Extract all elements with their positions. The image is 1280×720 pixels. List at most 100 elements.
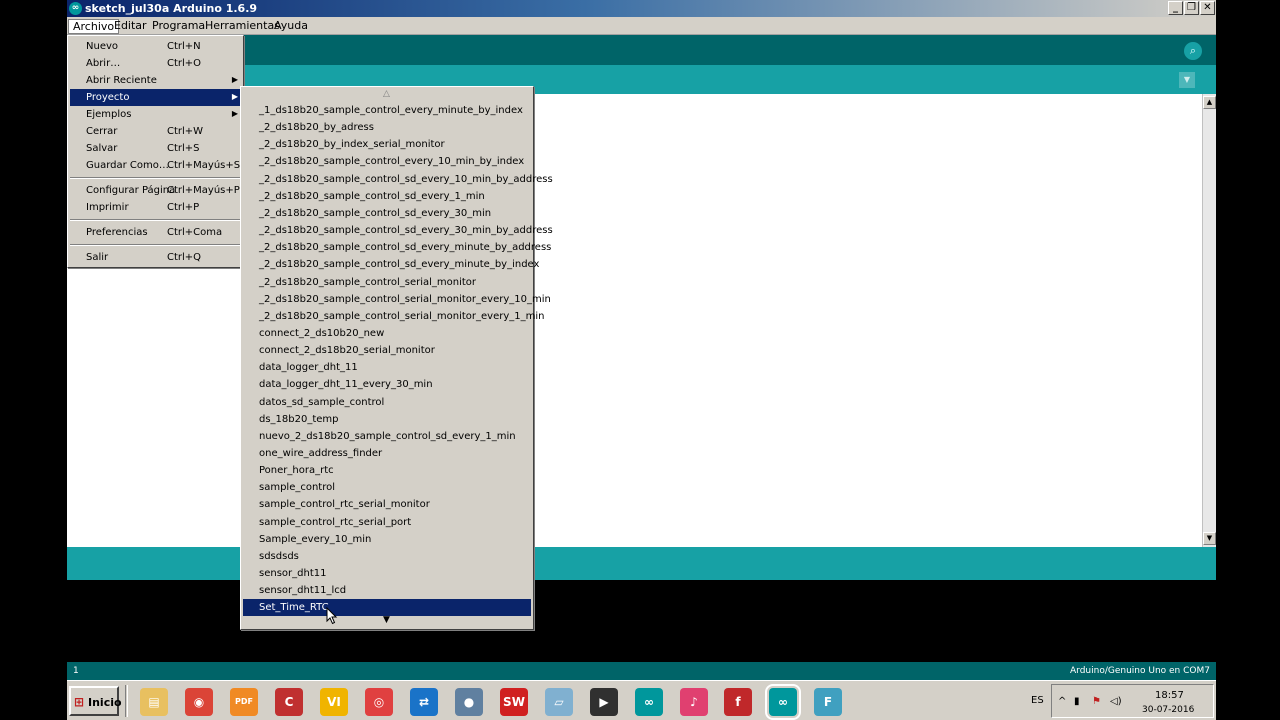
language-indicator[interactable]: ES — [1031, 695, 1044, 706]
arduino-active-icon[interactable]: ∞ — [765, 684, 801, 720]
menu-item-nuevo[interactable]: Nuevo Ctrl+N — [70, 38, 241, 55]
sketch-item-label: _2_ds18b20_sample_control_sd_every_minut… — [259, 242, 552, 254]
sketch-item-label: connect_2_ds10b20_new — [259, 327, 385, 339]
sketch-item[interactable]: sample_control_rtc_serial_port — [243, 514, 531, 531]
sketch-item[interactable]: nuevo_2_ds18b20_sample_control_sd_every_… — [243, 428, 531, 445]
sketch-item[interactable]: _2_ds18b20_sample_control_sd_every_30_mi… — [243, 222, 553, 239]
scroll-down-icon[interactable]: ▼ — [1203, 532, 1216, 545]
menu-editar[interactable]: Editar — [110, 19, 151, 34]
menu-separator — [70, 177, 241, 179]
sketch-item-label: data_logger_dht_11_every_30_min — [259, 379, 433, 391]
start-button[interactable]: ⊞ Inicio — [69, 686, 122, 716]
itunes-icon[interactable]: ♪ — [680, 688, 708, 716]
fritzing-icon[interactable]: F — [814, 688, 842, 716]
sketch-item-label: Set_Time_RTC — [259, 602, 329, 614]
minimize-button[interactable]: _ — [1168, 1, 1183, 15]
sketch-item-label: sdsdsds — [259, 550, 299, 562]
sketch-item[interactable]: data_logger_dht_11 — [243, 359, 531, 376]
sketch-item[interactable]: _2_ds18b20_sample_control_sd_every_1_min — [243, 188, 531, 205]
menu-item-imprimir[interactable]: Imprimir Ctrl+P — [70, 199, 241, 216]
menu-item-ejemplos[interactable]: Ejemplos ▶ — [70, 106, 241, 123]
sketch-item[interactable]: sample_control — [243, 479, 531, 496]
arduino-icon[interactable]: ∞ — [635, 688, 663, 716]
sketch-item[interactable]: _2_ds18b20_sample_control_sd_every_minut… — [243, 256, 539, 273]
network-icon[interactable]: ▮ — [1074, 696, 1080, 707]
sketch-item[interactable]: _2_ds18b20_by_index_serial_monitor — [243, 136, 531, 153]
show-hidden-icons-icon[interactable]: ^ — [1058, 696, 1066, 707]
fritzing-red-icon[interactable]: f — [724, 688, 752, 716]
pdf-icon[interactable]: PDF — [230, 688, 258, 716]
sketch-item-label: sensor_dht11_lcd — [259, 585, 347, 597]
serial-monitor-icon[interactable]: ⌕ — [1184, 42, 1202, 60]
sketch-item[interactable]: Sample_every_10_min — [243, 531, 531, 548]
sketch-item-label: sample_control_rtc_serial_monitor — [259, 499, 430, 511]
teamviewer-icon[interactable]: ⇄ — [410, 688, 438, 716]
menu-item-guardar-como[interactable]: Guardar Como… Ctrl+Mayús+S — [70, 157, 241, 174]
menu-scroll-up-icon[interactable]: △ — [383, 89, 390, 99]
menu-item-preferencias[interactable]: Preferencias Ctrl+Coma — [70, 224, 241, 241]
scroll-up-icon[interactable]: ▲ — [1203, 96, 1216, 109]
menu-programa[interactable]: Programa — [148, 19, 209, 34]
sketch-item-label: nuevo_2_ds18b20_sample_control_sd_every_… — [259, 430, 516, 442]
box-icon[interactable]: ▱ — [545, 688, 573, 716]
screen: ∞ sketch_jul30a Arduino 1.6.9 _ ❐ ✕ Arch… — [0, 0, 1280, 720]
sketch-item[interactable]: _2_ds18b20_sample_control_serial_monitor… — [243, 291, 551, 308]
menu-item-shortcut: Ctrl+W — [167, 126, 204, 137]
sketch-item[interactable]: _2_ds18b20_by_adress — [243, 119, 531, 136]
menu-item-abrir-reciente[interactable]: Abrir Reciente ▶ — [70, 72, 241, 89]
menu-item-salvar[interactable]: Salvar Ctrl+S — [70, 140, 241, 157]
sketch-item-label: _2_ds18b20_by_adress — [259, 122, 374, 134]
sketch-item[interactable]: Set_Time_RTC — [243, 599, 531, 617]
ccleaner-icon[interactable]: C — [275, 688, 303, 716]
sketch-item[interactable]: _2_ds18b20_sample_control_every_10_min_b… — [243, 153, 531, 170]
menu-item-proyecto[interactable]: Proyecto ▶ — [70, 89, 241, 106]
sketch-item-label: connect_2_ds18b20_serial_monitor — [259, 345, 435, 357]
menu-item-shortcut: Ctrl+Coma — [167, 227, 223, 238]
sketch-item-label: Poner_hora_rtc — [259, 465, 334, 477]
app-icon-6[interactable]: ◎ — [365, 688, 393, 716]
chrome-icon[interactable]: ◉ — [185, 688, 213, 716]
menu-bar: Archivo Editar Programa Herramientas Ayu… — [67, 17, 1216, 35]
clock-date[interactable]: 30-07-2016 — [1142, 705, 1194, 715]
system-tray: ES ^ ▮ ⚑ ◁) 18:57 30-07-2016 — [1023, 684, 1214, 718]
sketch-item[interactable]: ds_18b20_temp — [243, 411, 531, 428]
sketch-item[interactable]: _2_ds18b20_sample_control_serial_monitor… — [243, 308, 545, 325]
sketch-item[interactable]: datos_sd_sample_control — [243, 394, 531, 411]
menu-item-abrir[interactable]: Abrir… Ctrl+O — [70, 55, 241, 72]
sketch-item[interactable]: sensor_dht11 — [243, 565, 531, 582]
sketch-item[interactable]: sensor_dht11_lcd — [243, 582, 531, 599]
clock-time[interactable]: 18:57 — [1155, 690, 1184, 701]
explorer-icon[interactable]: ▤ — [140, 688, 168, 716]
sketch-item[interactable]: _2_ds18b20_sample_control_sd_every_30_mi… — [243, 205, 531, 222]
sketch-item[interactable]: _2_ds18b20_sample_control_serial_monitor — [243, 274, 531, 291]
sketch-item[interactable]: _2_ds18b20_sample_control_sd_every_10_mi… — [243, 171, 553, 188]
action-center-icon[interactable]: ⚑ — [1092, 696, 1101, 707]
menu-item-salir[interactable]: Salir Ctrl+Q — [70, 249, 241, 266]
volume-icon[interactable]: ◁) — [1110, 696, 1122, 707]
editor-scrollbar[interactable]: ▲ ▼ — [1202, 94, 1216, 547]
close-button[interactable]: ✕ — [1200, 1, 1215, 15]
sketch-item[interactable]: connect_2_ds10b20_new — [243, 325, 531, 342]
sketch-item[interactable]: sample_control_rtc_serial_monitor — [243, 496, 531, 513]
restore-button[interactable]: ❐ — [1184, 1, 1199, 15]
globe-icon[interactable]: ● — [455, 688, 483, 716]
title-bar[interactable]: ∞ sketch_jul30a Arduino 1.6.9 _ ❐ ✕ — [67, 0, 1216, 17]
sketch-item[interactable]: one_wire_address_finder — [243, 445, 531, 462]
tab-menu-icon[interactable]: ▼ — [1179, 72, 1195, 88]
start-label: Inicio — [88, 696, 122, 709]
menu-ayuda[interactable]: Ayuda — [270, 19, 312, 34]
sketch-item-label: _2_ds18b20_sample_control_sd_every_30_mi… — [259, 225, 553, 237]
menu-item-label: Imprimir — [86, 202, 129, 213]
film-icon[interactable]: ▶ — [590, 688, 618, 716]
menu-item-cerrar[interactable]: Cerrar Ctrl+W — [70, 123, 241, 140]
menu-item-configurar-pagina[interactable]: Configurar Página Ctrl+Mayús+P — [70, 182, 241, 199]
sketch-item[interactable]: _1_ds18b20_sample_control_every_minute_b… — [243, 102, 531, 119]
solidworks-icon[interactable]: SW — [500, 688, 528, 716]
menu-scroll-down-icon[interactable]: ▼ — [383, 615, 390, 625]
vi-icon[interactable]: VI — [320, 688, 348, 716]
sketch-item[interactable]: connect_2_ds18b20_serial_monitor — [243, 342, 531, 359]
sketch-item[interactable]: sdsdsds — [243, 548, 531, 565]
sketch-item[interactable]: data_logger_dht_11_every_30_min — [243, 376, 531, 393]
sketch-item[interactable]: _2_ds18b20_sample_control_sd_every_minut… — [243, 239, 551, 256]
sketch-item[interactable]: Poner_hora_rtc — [243, 462, 531, 479]
